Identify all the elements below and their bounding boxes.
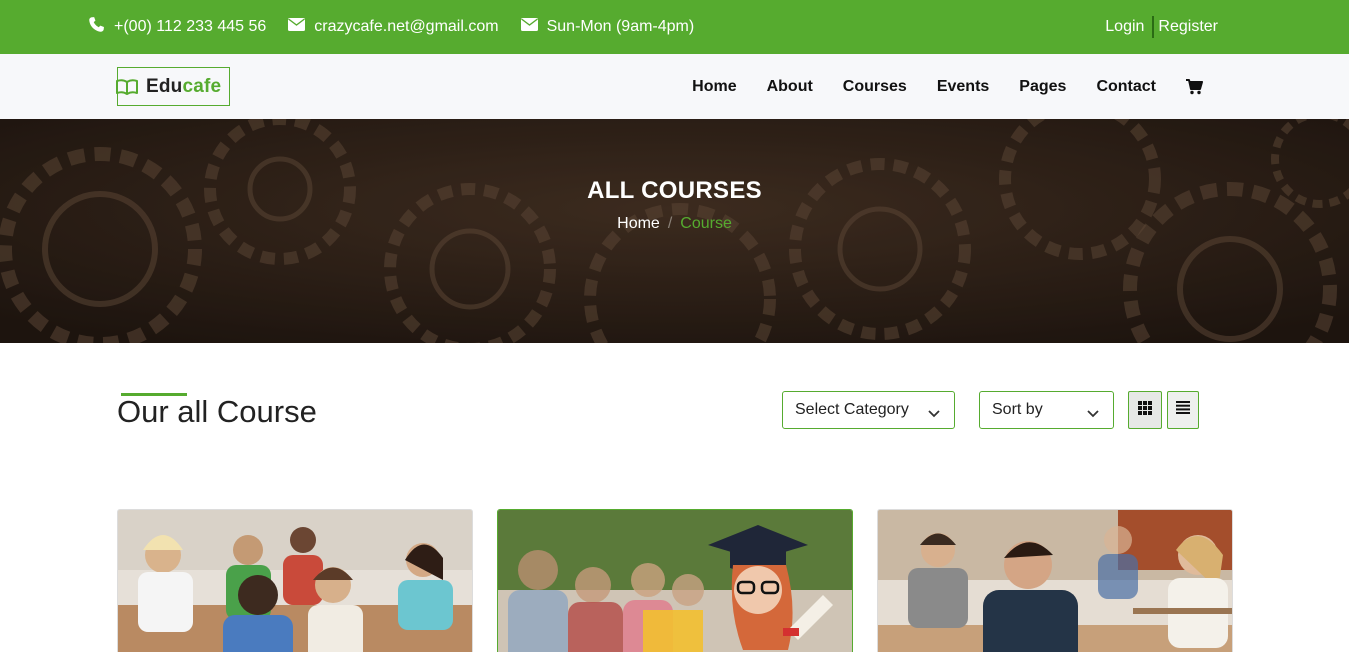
logo-text-edu: Edu bbox=[146, 76, 183, 97]
course-card[interactable] bbox=[877, 509, 1233, 652]
phone-icon bbox=[88, 16, 114, 38]
login-link[interactable]: Login bbox=[1105, 18, 1144, 36]
contact-info: +(00) 112 233 445 56 crazycafe.net@gmail… bbox=[88, 0, 716, 54]
page-title: ALL COURSES bbox=[587, 177, 762, 204]
list-view-icon bbox=[1176, 401, 1190, 419]
list-view-button[interactable] bbox=[1167, 391, 1199, 429]
section-title: Our all Course bbox=[117, 394, 317, 429]
chevron-down-icon bbox=[928, 405, 940, 423]
auth-divider bbox=[1152, 16, 1155, 38]
course-card[interactable] bbox=[117, 509, 473, 652]
contact-hours: Sun-Mon (9am-4pm) bbox=[520, 18, 695, 36]
category-select[interactable]: Select Category bbox=[782, 391, 955, 429]
chevron-down-icon bbox=[1087, 405, 1099, 423]
nav-events[interactable]: Events bbox=[937, 78, 989, 96]
nav-contact[interactable]: Contact bbox=[1096, 78, 1156, 96]
envelope-icon bbox=[288, 18, 314, 36]
nav-pages[interactable]: Pages bbox=[1019, 78, 1066, 96]
nav-home[interactable]: Home bbox=[692, 78, 736, 96]
main-navbar: Educafe Home About Courses Events Pages … bbox=[0, 54, 1349, 119]
cart-icon[interactable] bbox=[1186, 78, 1203, 95]
logo-text-cafe: cafe bbox=[182, 76, 222, 97]
phone-text: +(00) 112 233 445 56 bbox=[114, 18, 267, 35]
breadcrumb-separator: / bbox=[667, 215, 673, 232]
main-menu: Home About Courses Events Pages Contact bbox=[662, 54, 1203, 119]
breadcrumb-current: Course bbox=[680, 215, 732, 232]
contact-phone: +(00) 112 233 445 56 bbox=[88, 16, 266, 38]
register-link[interactable]: Register bbox=[1158, 18, 1218, 36]
auth-links: Login Register bbox=[1105, 0, 1218, 54]
sort-select-value: Sort by bbox=[992, 401, 1043, 418]
course-card[interactable] bbox=[497, 509, 853, 652]
email-text: crazycafe.net@gmail.com bbox=[314, 18, 499, 35]
breadcrumb-home[interactable]: Home bbox=[617, 215, 660, 232]
breadcrumb: Home / Course bbox=[0, 215, 1349, 233]
course-image-graduate bbox=[498, 510, 852, 652]
course-image-students-classroom bbox=[118, 510, 472, 652]
sort-select[interactable]: Sort by bbox=[979, 391, 1114, 429]
top-bar: +(00) 112 233 445 56 crazycafe.net@gmail… bbox=[0, 0, 1349, 54]
nav-courses[interactable]: Courses bbox=[843, 78, 907, 96]
course-image-student-writing bbox=[878, 510, 1232, 652]
book-icon bbox=[116, 79, 138, 100]
category-select-value: Select Category bbox=[795, 401, 909, 418]
page-banner: ALL COURSES Home / Course bbox=[0, 119, 1349, 343]
site-logo[interactable]: Educafe bbox=[116, 67, 230, 106]
hours-text: Sun-Mon (9am-4pm) bbox=[546, 18, 695, 35]
grid-view-button[interactable] bbox=[1128, 391, 1162, 429]
contact-email: crazycafe.net@gmail.com bbox=[288, 18, 499, 36]
nav-about[interactable]: About bbox=[767, 78, 813, 96]
grid-view-icon bbox=[1138, 400, 1152, 420]
logo-text: Educafe bbox=[146, 76, 221, 98]
envelope-icon bbox=[520, 18, 547, 36]
